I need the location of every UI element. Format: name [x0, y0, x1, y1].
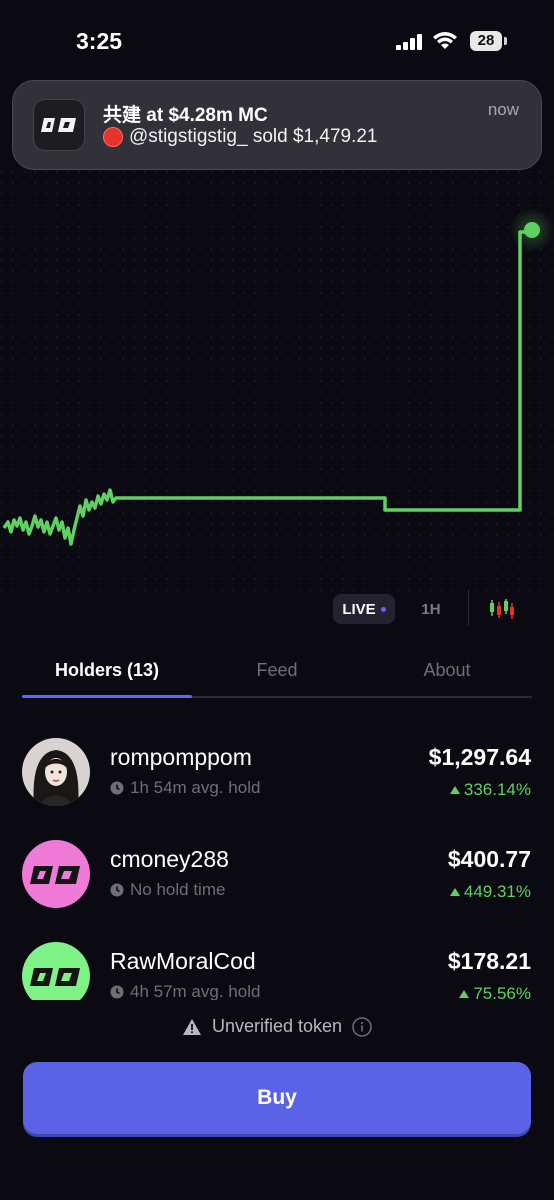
holder-change: 336.14% [449, 780, 531, 800]
notification-banner[interactable]: 共建 at $4.28m MC @stigstigstig_ sold $1,4… [12, 80, 542, 170]
sell-indicator-icon [103, 127, 123, 147]
wifi-icon [433, 32, 457, 49]
up-arrow-icon [449, 888, 460, 896]
holder-hold-time: No hold time [110, 880, 225, 900]
up-arrow-icon [449, 786, 460, 794]
holder-hold-text: No hold time [130, 880, 226, 899]
holder-change-text: 449.31% [463, 882, 531, 901]
live-label: LIVE [342, 600, 376, 618]
live-dot-icon [380, 606, 386, 612]
cellular-signal-icon [396, 33, 426, 50]
holder-row[interactable]: rompomppom 1h 54m avg. hold $1,297.64 33… [0, 730, 554, 810]
avatar [22, 738, 90, 806]
holder-change-text: 336.14% [463, 780, 531, 799]
tab-holders[interactable]: Holders (13) [22, 660, 192, 681]
app-logo-icon [33, 99, 85, 151]
notification-title: 共建 at $4.28m MC [103, 105, 268, 126]
tab-bar: Holders (13) Feed About [22, 650, 532, 698]
holder-row[interactable]: RawMoralCod 4h 57m avg. hold $178.21 75.… [0, 934, 554, 1000]
buy-button[interactable]: Buy [23, 1062, 531, 1134]
tab-active-indicator [22, 695, 192, 698]
holder-value: $178.21 [447, 948, 531, 974]
holder-hold-time: 4h 57m avg. hold [110, 982, 260, 1000]
battery-indicator: 28 [470, 31, 502, 51]
current-price-dot [524, 222, 540, 238]
status-time: 3:25 [76, 28, 123, 54]
candlestick-chart-icon[interactable] [488, 598, 514, 620]
tab-about[interactable]: About [362, 660, 532, 681]
controls-divider [468, 590, 469, 626]
notification-time: now [487, 100, 519, 119]
up-arrow-icon [459, 990, 470, 998]
avatar [22, 942, 90, 1000]
holder-name: rompomppom [110, 744, 252, 770]
clock-icon [110, 781, 124, 795]
live-toggle[interactable]: LIVE [333, 594, 395, 624]
avatar [22, 840, 90, 908]
timeframe-1h-button[interactable]: 1H [414, 594, 448, 624]
holder-value: $1,297.64 [428, 744, 531, 770]
unverified-text: Unverified token [211, 1016, 343, 1036]
clock-icon [110, 883, 124, 897]
holder-hold-time: 1h 54m avg. hold [110, 778, 260, 798]
status-bar: 3:25 28 [0, 0, 554, 80]
clock-icon [110, 985, 124, 999]
holder-change-text: 75.56% [473, 984, 531, 1000]
warning-icon [182, 1018, 201, 1035]
info-icon[interactable] [352, 1016, 372, 1037]
price-chart[interactable] [0, 170, 554, 600]
tab-feed[interactable]: Feed [192, 660, 362, 681]
holder-hold-text: 1h 54m avg. hold [130, 778, 261, 797]
battery-nub [504, 37, 507, 45]
chart-controls: LIVE 1H [0, 590, 554, 626]
holder-hold-text: 4h 57m avg. hold [130, 982, 261, 1000]
holder-change: 75.56% [459, 984, 531, 1000]
holder-name: RawMoralCod [110, 948, 256, 974]
unverified-token-warning: Unverified token [0, 1016, 554, 1037]
holder-value: $400.77 [447, 846, 531, 872]
holder-row[interactable]: cmoney288 No hold time $400.77 449.31% [0, 832, 554, 912]
holders-list[interactable]: rompomppom 1h 54m avg. hold $1,297.64 33… [0, 730, 554, 1000]
holder-change: 449.31% [449, 882, 531, 902]
notification-body: @stigstigstig_ sold $1,479.21 [103, 126, 378, 148]
notification-message: @stigstigstig_ sold $1,479.21 [129, 126, 378, 147]
holder-name: cmoney288 [110, 846, 229, 872]
